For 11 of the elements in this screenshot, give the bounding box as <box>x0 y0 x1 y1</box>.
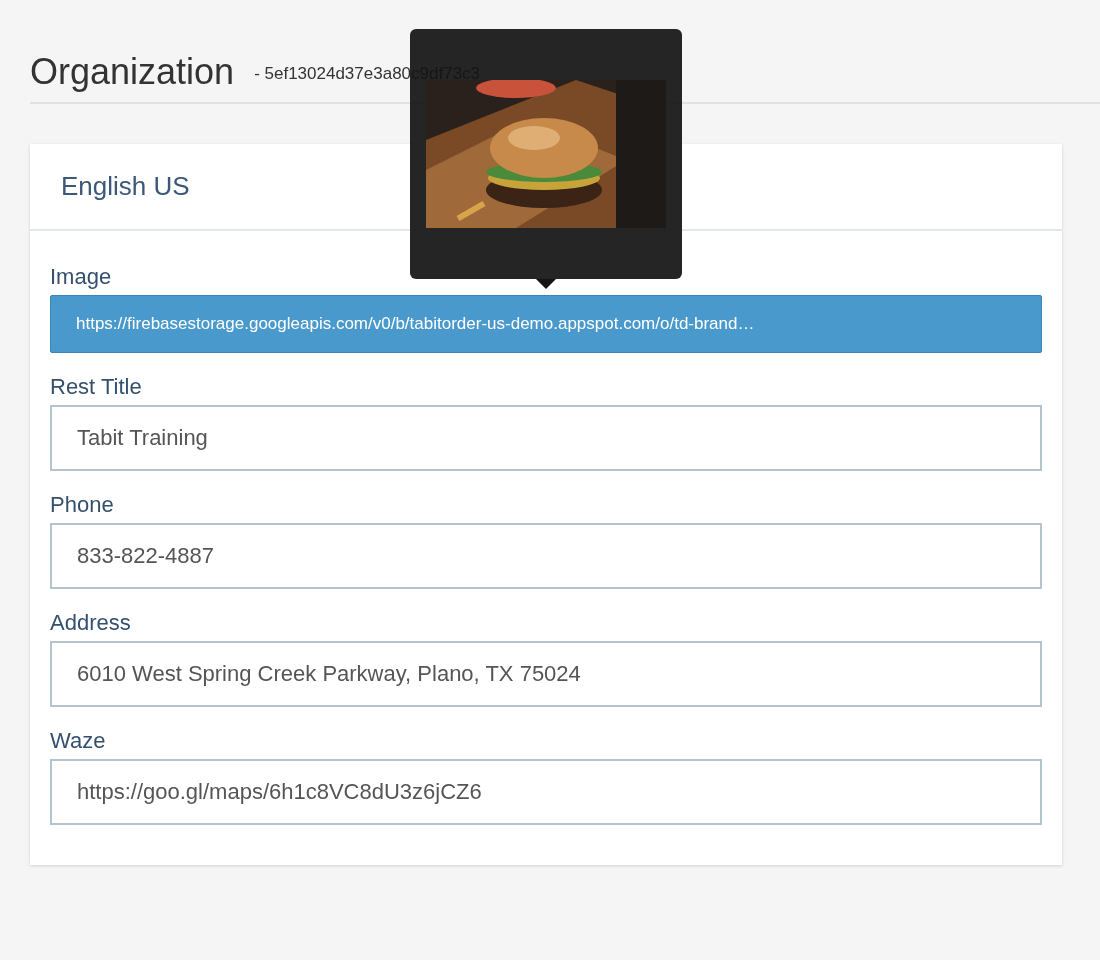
input-field[interactable]: 833-822-4887 <box>50 523 1042 589</box>
field-label: Address <box>50 609 131 637</box>
card-title: English US <box>61 170 190 203</box>
field-label: Image <box>50 263 112 291</box>
field-label: Waze <box>50 727 106 755</box>
page-title: Organization <box>30 50 235 94</box>
field-label: Phone <box>50 491 114 519</box>
field-label: Rest Title <box>50 373 142 401</box>
input-field[interactable]: 6010 West Spring Creek Parkway, Plano, TX 75024 <box>50 641 1042 707</box>
input-field[interactable]: Tabit Training <box>50 405 1042 471</box>
input-field[interactable]: https://goo.gl/maps/6h1c8VC8dU3z6jCZ6 <box>50 759 1042 825</box>
